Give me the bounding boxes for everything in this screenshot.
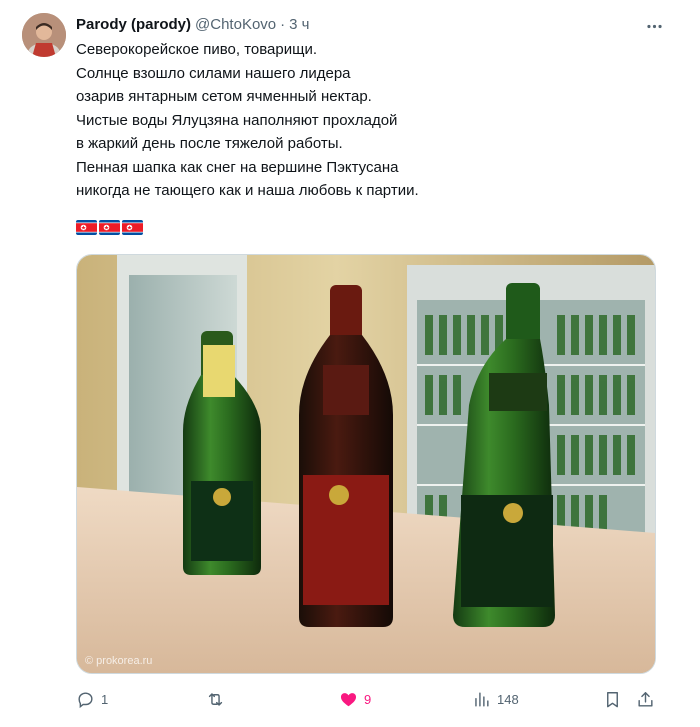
timestamp[interactable]: 3 ч bbox=[289, 16, 309, 33]
tweet-text: Северокорейское пиво, товарищи. Солнце в… bbox=[76, 38, 646, 203]
retweet-button[interactable] bbox=[206, 686, 231, 712]
bookmark-button[interactable] bbox=[603, 686, 622, 712]
reply-count: 1 bbox=[101, 691, 109, 707]
north-korea-flag-icon bbox=[99, 220, 120, 235]
reply-button[interactable]: 1 bbox=[76, 686, 108, 712]
tweet-line: Солнце взошло силами нашего лидера bbox=[76, 64, 351, 82]
avatar[interactable] bbox=[22, 13, 66, 57]
tweet-header: Parody (parody) @ChtoKovo · 3 ч bbox=[76, 13, 309, 35]
share-button[interactable] bbox=[636, 686, 655, 712]
photo-watermark: © prokorea.ru bbox=[85, 655, 153, 667]
more-options-button[interactable] bbox=[640, 12, 668, 40]
north-korea-flag-icon bbox=[76, 220, 97, 235]
tweet-line: Северокорейское пиво, товарищи. bbox=[76, 41, 317, 58]
separator-dot: · bbox=[280, 15, 286, 33]
bookmark-icon bbox=[607, 691, 618, 707]
views-button[interactable]: 148 bbox=[472, 686, 519, 712]
tweet[interactable]: Parody (parody) @ChtoKovo · 3 ч Североко… bbox=[0, 0, 700, 727]
like-button[interactable]: 9 bbox=[339, 686, 371, 712]
flag-emojis bbox=[76, 220, 143, 238]
reply-icon bbox=[78, 691, 93, 708]
tweet-line: озарив янтарным сетом ячменный нектар. bbox=[76, 88, 372, 105]
views-chart-icon bbox=[475, 691, 489, 707]
tweet-line: Чистые воды Ялуцзяна наполняют прохладой bbox=[76, 111, 398, 129]
heart-filled-icon bbox=[340, 692, 357, 706]
tweet-photo[interactable]: © prokorea.ru bbox=[76, 254, 656, 674]
author-name[interactable]: Parody (parody) bbox=[76, 16, 191, 33]
more-horizontal-icon bbox=[646, 24, 662, 28]
tweet-actions: 1 9 148 bbox=[76, 686, 666, 712]
share-icon bbox=[638, 691, 653, 707]
tweet-line: Пенная шапка как снег на вершине Пэктуса… bbox=[76, 158, 399, 176]
views-count: 148 bbox=[497, 691, 519, 707]
tweet-line: в жаркий день после тяжелой работы. bbox=[76, 135, 343, 152]
tweet-line: никогда не тающего как и наша любовь к п… bbox=[76, 182, 419, 199]
like-count: 9 bbox=[364, 691, 372, 707]
retweet-icon bbox=[208, 692, 223, 706]
north-korea-flag-icon bbox=[122, 220, 143, 235]
author-handle[interactable]: @ChtoKovo bbox=[195, 16, 276, 33]
